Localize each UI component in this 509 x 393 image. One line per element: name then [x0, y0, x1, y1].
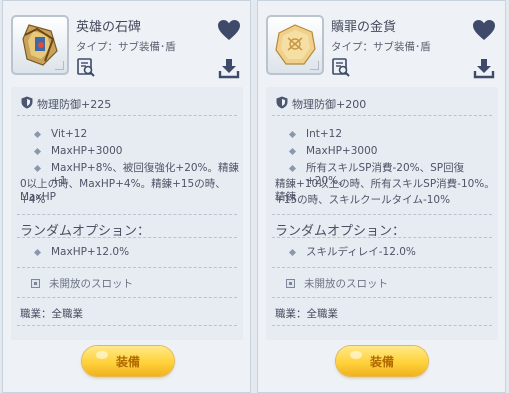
- unopened-slot: 未開放のスロット: [49, 278, 133, 290]
- item-details: 物理防御+225 Vit+12 MaxHP+3000 MaxHP+8%、被回復強…: [11, 87, 243, 340]
- slot-icon: [31, 279, 40, 288]
- divider: [17, 267, 237, 268]
- heart-icon[interactable]: [472, 19, 496, 41]
- slot-icon: [286, 279, 295, 288]
- bullet-diamond: [288, 248, 297, 257]
- divider: [17, 297, 237, 298]
- divider: [272, 214, 492, 215]
- item-type: タイプ：サブ装備･盾: [76, 41, 176, 53]
- job-restriction: 職業：全職業: [275, 308, 338, 320]
- stat-line: Int+12: [306, 128, 343, 140]
- random-option: スキルディレイ-12.0%: [306, 246, 416, 258]
- stat-line: MaxHP+3000: [306, 145, 378, 157]
- divider: [17, 214, 237, 215]
- item-thumbnail[interactable]: [11, 15, 69, 75]
- stat-line: 0以上の時、MaxHP+4%。精錬+15の時、MaxHP: [20, 178, 226, 203]
- item-name: 贖罪の金貨: [331, 20, 397, 35]
- download-icon[interactable]: [218, 57, 240, 79]
- thumb-corner: [55, 61, 64, 70]
- physical-defense-text: 物理防御+225: [37, 98, 112, 111]
- bullet-diamond: [33, 147, 42, 156]
- bullet-diamond: [33, 130, 42, 139]
- divider: [17, 115, 237, 116]
- unopened-slot: 未開放のスロット: [304, 278, 388, 290]
- stat-line: +15の時、スキルクールタイム-10%: [275, 194, 451, 206]
- physical-defense-text: 物理防御+200: [292, 98, 367, 111]
- divider: [272, 325, 492, 326]
- equip-button-label: 装備: [369, 354, 394, 369]
- defense-shield-icon: [21, 96, 33, 109]
- thumb-corner: [310, 61, 319, 70]
- stat-line: +4%: [20, 194, 46, 206]
- bullet-diamond: [33, 248, 42, 257]
- stat-line: Vit+12: [51, 128, 88, 140]
- divider: [17, 237, 237, 238]
- bullet-diamond: [288, 130, 297, 139]
- bullet-diamond: [288, 147, 297, 156]
- divider: [17, 325, 237, 326]
- heart-icon[interactable]: [217, 19, 241, 41]
- item-details: 物理防御+200 Int+12 MaxHP+3000 所有スキルSP消費-20%…: [266, 87, 498, 340]
- physical-defense-row: 物理防御+200: [266, 93, 498, 115]
- divider: [272, 115, 492, 116]
- zoom-inspect-icon[interactable]: [76, 57, 96, 77]
- item-name: 英雄の石碑: [76, 20, 142, 35]
- item-header: 贖罪の金貨 タイプ：サブ装備･盾: [258, 1, 505, 85]
- job-restriction: 職業：全職業: [20, 308, 83, 320]
- stat-line: MaxHP+3000: [51, 145, 123, 157]
- random-option: MaxHP+12.0%: [51, 246, 130, 258]
- equip-button[interactable]: 装備: [82, 346, 174, 376]
- divider: [272, 267, 492, 268]
- zoom-inspect-icon[interactable]: [331, 57, 351, 77]
- bullet-diamond: [288, 164, 297, 173]
- item-thumbnail[interactable]: [266, 15, 324, 75]
- item-type: タイプ：サブ装備･盾: [331, 41, 431, 53]
- divider: [272, 297, 492, 298]
- divider: [272, 237, 492, 238]
- equip-button-label: 装備: [115, 354, 140, 369]
- equip-button[interactable]: 装備: [336, 346, 428, 376]
- defense-shield-icon: [276, 96, 288, 109]
- download-icon[interactable]: [473, 57, 495, 79]
- physical-defense-row: 物理防御+225: [11, 93, 243, 115]
- item-card-right: 贖罪の金貨 タイプ：サブ装備･盾 物理防御+200 Int+12 MaxHP+3…: [257, 0, 506, 393]
- bullet-diamond: [33, 164, 42, 173]
- item-card-left: 英雄の石碑 タイプ：サブ装備･盾 物理防御+225 Vit+12 MaxHP+3…: [2, 0, 251, 393]
- item-header: 英雄の石碑 タイプ：サブ装備･盾: [3, 1, 250, 85]
